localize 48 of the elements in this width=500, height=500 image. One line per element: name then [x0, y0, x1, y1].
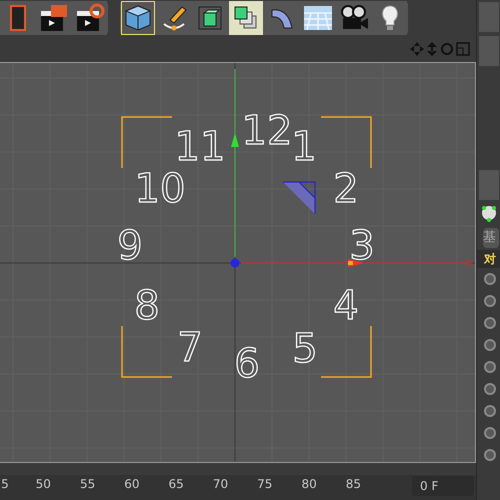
radio-button[interactable] [484, 361, 496, 373]
frame-number: 80 [301, 477, 317, 491]
frame-corner [321, 116, 372, 168]
frame-corner [121, 326, 172, 378]
floor-icon [303, 5, 333, 31]
clock-numeral: 8 [134, 283, 160, 329]
object-icon [480, 204, 498, 222]
frame-number: 55 [80, 477, 96, 491]
timeline-ruler[interactable]: 5 50 55 60 65 70 75 80 85 0 F [0, 475, 476, 500]
section-header: 对 [477, 250, 500, 268]
clapper-icon [39, 3, 69, 33]
x-axis-arrow[interactable] [240, 258, 473, 268]
clock-numeral: 6 [234, 341, 260, 387]
clapper-gear-icon [75, 3, 105, 33]
cube-icon [124, 4, 152, 32]
frame-corner [121, 116, 172, 168]
toolbar-button[interactable] [121, 1, 155, 35]
clock-numeral: 4 [333, 283, 359, 329]
toolbar-button[interactable] [229, 1, 263, 35]
clock-numeral: 3 [349, 223, 375, 269]
radio-button[interactable] [484, 339, 496, 351]
corner-marker [282, 181, 316, 215]
frame-number: 50 [36, 477, 51, 491]
render-icon [10, 4, 26, 32]
radio-button[interactable] [484, 405, 496, 417]
frame-number: 65 [168, 477, 184, 491]
radio-button[interactable] [484, 449, 496, 461]
frame-field[interactable]: 0 F [412, 476, 474, 496]
radio-button[interactable] [484, 427, 496, 439]
radio-button[interactable] [484, 273, 496, 285]
radio-button[interactable] [484, 295, 496, 307]
deformer-cube-icon [196, 4, 224, 32]
clock-numeral: 7 [177, 325, 203, 371]
clock-numeral: 12 [242, 108, 292, 154]
frame-corner [321, 326, 372, 378]
frame-number: 70 [212, 477, 228, 491]
radio-button[interactable] [484, 317, 496, 329]
clock-numeral: 2 [333, 166, 359, 212]
frame-number: 85 [346, 477, 362, 491]
clock-numeral: 9 [117, 223, 143, 269]
radio-button[interactable] [484, 383, 496, 395]
y-axis-arrow[interactable] [231, 68, 239, 258]
camera-icon [339, 4, 369, 32]
frame-number: 60 [124, 477, 140, 491]
frame-number: 5 [1, 477, 9, 491]
frame-number: 75 [257, 477, 272, 491]
clock-numeral: 1 [291, 124, 317, 170]
clock-numeral: 5 [292, 326, 318, 372]
